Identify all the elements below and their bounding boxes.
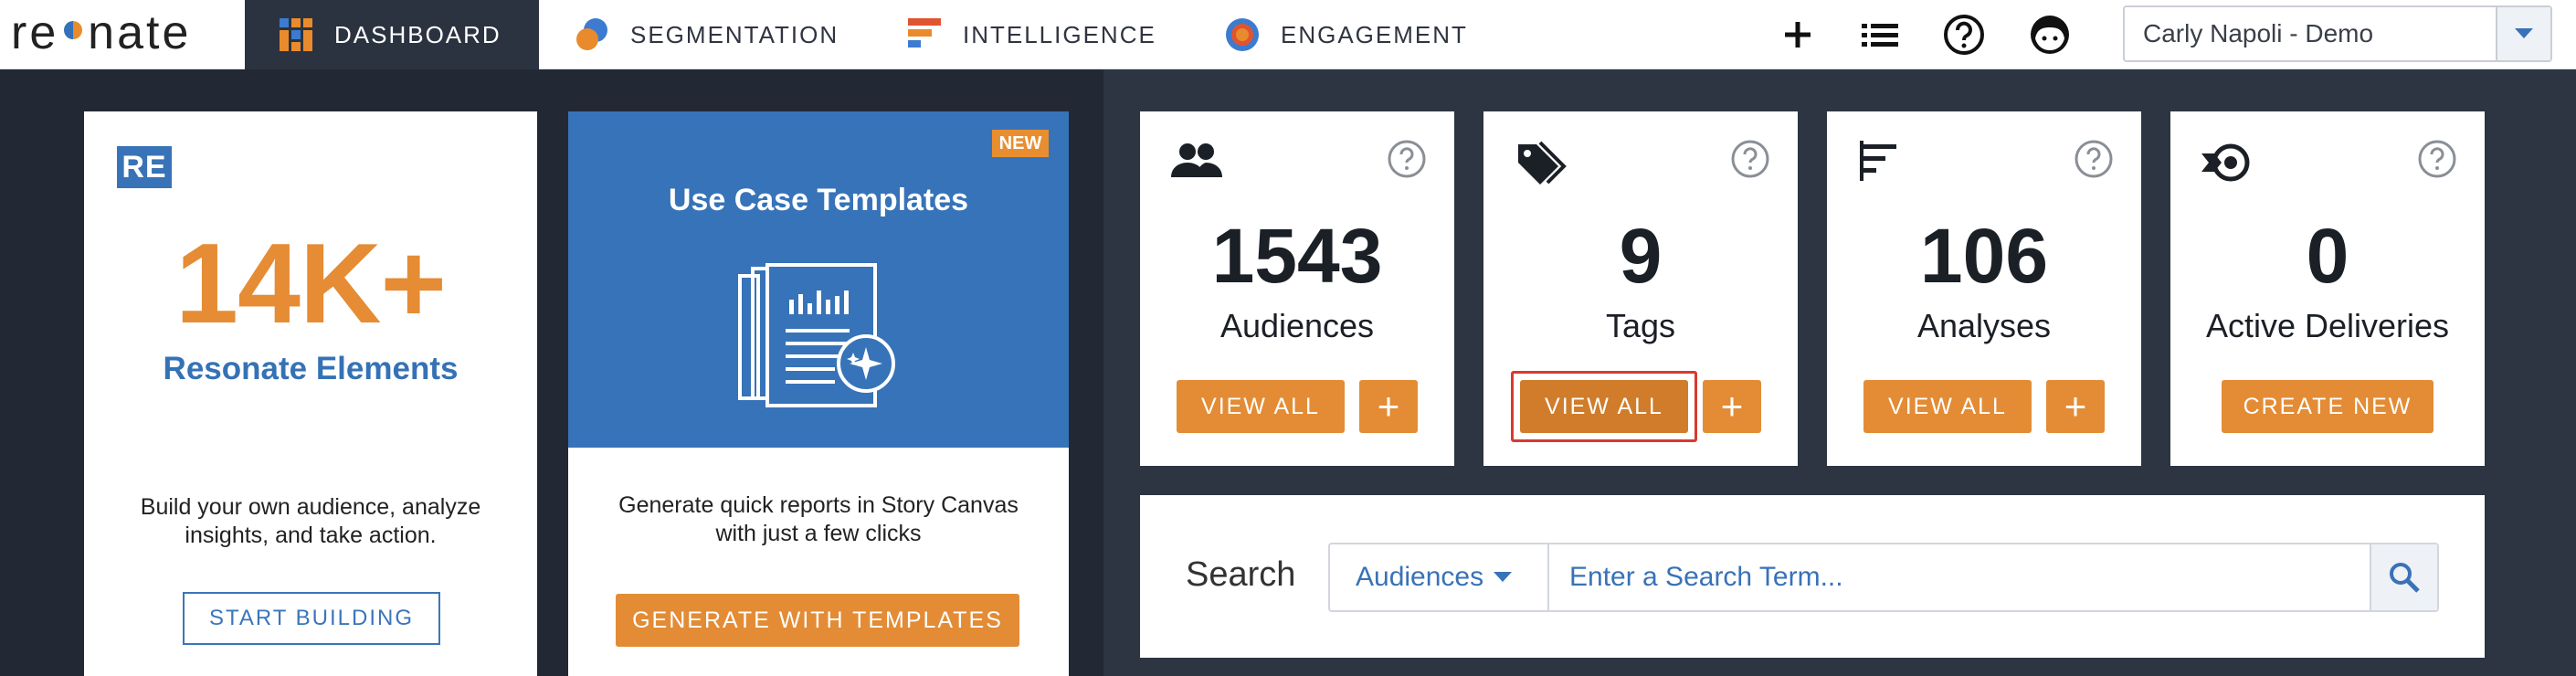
audiences-view-all-button[interactable]: VIEW ALL [1177,380,1345,433]
user-account-name: Carly Napoli - Demo [2143,19,2374,48]
analyses-bars-icon [1856,137,1911,188]
audiences-card: 1543 Audiences VIEW ALL + [1140,111,1454,466]
templates-description: Generate quick reports in Story Canvas w… [618,492,1019,546]
add-audience-button[interactable]: + [1359,380,1418,433]
start-building-button[interactable]: START BUILDING [183,592,440,645]
delivery-icon [2200,137,2254,188]
search-button[interactable] [2370,544,2437,610]
analyses-count: 106 [1919,213,2049,299]
tab-intelligence-label: INTELLIGENCE [963,20,1156,48]
re-logo-badge: RE [117,146,172,188]
help-circle-icon[interactable] [1730,139,1770,179]
help-circle-icon[interactable] [2074,139,2114,179]
search-box: Audiences [1328,543,2439,612]
add-analysis-button[interactable]: + [2046,380,2105,433]
search-icon [2390,563,2420,593]
segmentation-icon [574,16,610,53]
avatar-icon[interactable] [2028,13,2072,57]
search-input[interactable] [1551,544,2373,610]
elements-description: Build your own audience, analyze insight… [140,494,481,548]
list-icon[interactable] [1858,13,1902,57]
report-documents-icon [738,263,895,407]
resonate-elements-card: RE 14K+ Resonate Elements Build your own… [84,111,537,676]
active-deliveries-count: 0 [2306,213,2349,299]
plus-icon[interactable] [1776,13,1820,57]
tag-icon [1513,137,1568,188]
resonate-logo[interactable]: reonate [11,4,191,62]
add-tag-button[interactable]: + [1703,380,1761,433]
analyses-card: 106 Analyses VIEW ALL + [1827,111,2141,466]
search-label: Search [1186,555,1296,594]
search-panel: Search Audiences [1140,495,2485,658]
help-circle-icon[interactable] [2417,139,2457,179]
elements-count: 14K+ [175,221,447,347]
logo-text-prefix: re [11,6,59,59]
tab-segmentation-label: SEGMENTATION [630,20,839,48]
tab-segmentation[interactable]: SEGMENTATION [574,0,839,69]
templates-title: Use Case Templates [668,183,969,217]
tab-engagement-label: ENGAGEMENT [1281,20,1468,48]
generate-with-templates-button[interactable]: GENERATE WITH TEMPLATES [616,594,1019,647]
new-badge: NEW [992,130,1049,157]
use-case-templates-card: NEW Use Case Templates Generate quick re… [568,111,1069,676]
search-scope-value: Audiences [1356,562,1484,592]
audiences-label: Audiences [1219,307,1375,344]
people-icon [1169,137,1224,188]
tags-card: 9 Tags VIEW ALL + [1483,111,1798,466]
chevron-down-icon[interactable] [2496,7,2550,60]
active-deliveries-card: 0 Active Deliveries CREATE NEW [2170,111,2485,466]
tags-label: Tags [1605,307,1676,344]
logo-text-suffix: nate [88,6,192,59]
templates-header: NEW Use Case Templates [568,111,1069,448]
active-deliveries-label: Active Deliveries [2205,307,2450,344]
user-account-select[interactable]: Carly Napoli - Demo [2123,5,2552,62]
create-new-delivery-button[interactable]: CREATE NEW [2222,380,2433,433]
audiences-count: 1543 [1211,213,1383,299]
dashboard-grid-icon [278,16,314,53]
analyses-label: Analyses [1916,307,2052,344]
intelligence-bars-icon [906,16,943,53]
top-nav-bar: reonate DASHBOARD SEGMENTATION [0,0,2576,69]
tab-dashboard[interactable]: DASHBOARD [245,0,539,69]
elements-label: Resonate Elements [163,351,459,386]
caret-down-icon [1494,572,1513,582]
tab-intelligence[interactable]: INTELLIGENCE [906,0,1156,69]
tab-engagement[interactable]: ENGAGEMENT [1224,0,1468,69]
tags-count: 9 [1619,213,1663,299]
help-circle-icon[interactable] [1387,139,1427,179]
search-scope-dropdown[interactable]: Audiences [1330,544,1549,610]
engagement-target-icon [1224,16,1261,53]
analyses-view-all-button[interactable]: VIEW ALL [1863,380,2032,433]
tags-view-all-button[interactable]: VIEW ALL [1520,380,1688,433]
logo-o: o [58,4,88,62]
tab-dashboard-label: DASHBOARD [334,20,501,48]
help-icon[interactable] [1942,13,1986,57]
